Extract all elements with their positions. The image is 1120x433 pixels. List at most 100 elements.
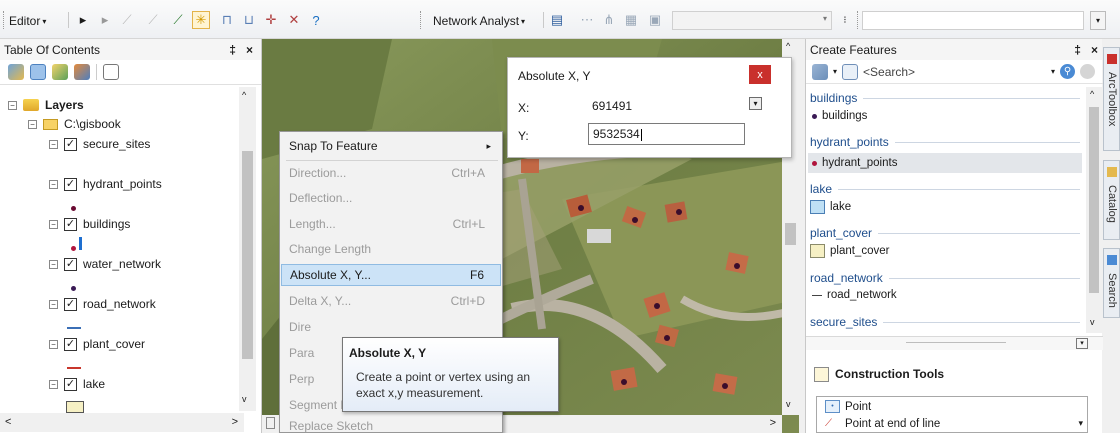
collapse-pane-icon[interactable]: ▾ [1076, 338, 1088, 349]
help-icon[interactable]: ? [307, 11, 325, 29]
building-point[interactable] [578, 205, 584, 211]
scroll-thumb[interactable] [1089, 107, 1099, 293]
close-button[interactable]: x [749, 65, 771, 84]
x-coordinate-input[interactable]: 691491 [588, 96, 744, 118]
catalog-tab[interactable]: Catalog [1103, 160, 1120, 240]
new-route-icon[interactable]: ⋯ [578, 11, 596, 29]
template-lake[interactable]: lake [810, 200, 851, 214]
clear-search-icon[interactable] [1080, 64, 1095, 79]
sketch-tool-icon[interactable]: ⟋ [169, 11, 187, 29]
layer-visibility-checkbox[interactable]: ✓ [64, 137, 77, 151]
menu-item-delta-xy[interactable]: Delta X, Y... Ctrl+D [281, 290, 501, 312]
layer-visibility-checkbox[interactable]: ✓ [64, 377, 77, 391]
layer-buildings[interactable]: − ✓ buildings [49, 215, 130, 233]
chevron-left-icon[interactable]: < [5, 416, 11, 428]
menu-item-direction-distance[interactable]: Dire [281, 316, 501, 338]
building-point[interactable] [621, 379, 627, 385]
chevron-down-icon[interactable]: ▾ [1090, 11, 1106, 30]
snapping-icon[interactable]: ✳ [192, 11, 210, 29]
collapse-icon[interactable]: − [28, 119, 37, 129]
menu-item-length[interactable]: Length... Ctrl+L [281, 213, 501, 235]
building-point[interactable] [632, 217, 638, 223]
chevron-down-icon[interactable]: ▾ [1051, 67, 1055, 76]
filter-icon[interactable] [842, 63, 859, 80]
scroll-thumb[interactable] [242, 151, 253, 359]
straight-segment-icon[interactable]: ⟋ [118, 11, 136, 29]
rotate-tool-icon[interactable]: ✕ [285, 11, 303, 29]
building-point[interactable] [664, 335, 670, 341]
template-search-placeholder[interactable]: <Search> [863, 65, 915, 79]
menu-item-snap-to-feature[interactable]: Snap To Feature ▸ [281, 135, 501, 157]
chevron-down-icon[interactable]: v [242, 394, 247, 404]
layer-visibility-checkbox[interactable]: ✓ [64, 217, 77, 231]
search-icon[interactable]: ⚲ [1060, 64, 1075, 79]
chevron-up-icon[interactable]: ^ [242, 90, 246, 100]
split-tool-icon[interactable]: ✛ [262, 11, 280, 29]
layer-visibility-checkbox[interactable]: ✓ [64, 257, 77, 271]
pin-icon[interactable]: ‡ [229, 43, 236, 57]
close-icon[interactable]: × [246, 43, 253, 57]
toolbar-grip[interactable] [3, 11, 6, 29]
layer-road-network[interactable]: − ✓ road_network [49, 295, 156, 313]
collapse-icon[interactable]: − [8, 100, 17, 110]
directions-icon[interactable]: ▣ [646, 11, 664, 29]
collapse-icon[interactable]: − [49, 299, 58, 309]
collapse-icon[interactable]: − [49, 139, 58, 149]
layer-lake[interactable]: − ✓ lake [49, 375, 105, 393]
units-dropdown[interactable]: ▾ [749, 97, 762, 110]
layer-plant-cover[interactable]: − ✓ plant_cover [49, 335, 145, 353]
solve-icon[interactable]: ▦ [622, 11, 640, 29]
building-point[interactable] [654, 303, 660, 309]
templates-scrollbar[interactable]: ^ v [1086, 87, 1102, 333]
layers-root[interactable]: − Layers [8, 96, 84, 114]
chevron-right-icon[interactable]: > [770, 417, 776, 429]
chevron-up-icon[interactable]: ^ [1090, 89, 1094, 99]
search-tab[interactable]: Search [1103, 248, 1120, 318]
list-by-visibility-icon[interactable] [52, 64, 68, 80]
pin-icon[interactable]: ‡ [1074, 43, 1081, 57]
layer-hydrant-points[interactable]: − ✓ hydrant_points [49, 175, 162, 193]
toc-horizontal-scrollbar[interactable]: < > [0, 413, 244, 432]
arc-segment-icon[interactable]: ⟋ [144, 11, 162, 29]
list-by-source-icon[interactable] [30, 64, 46, 80]
toolbar-grip-3[interactable] [857, 11, 860, 29]
layer-secure-sites[interactable]: − ✓ secure_sites [49, 135, 150, 153]
chevron-down-icon[interactable]: ▾ [1078, 418, 1083, 429]
template-plant-cover[interactable]: plant_cover [810, 244, 889, 258]
collapse-icon[interactable]: − [49, 339, 58, 349]
network-analyst-menu[interactable]: Network Analyst ▾ [433, 12, 525, 30]
tool-point-at-end-of-line[interactable]: ⟋ Point at end of line [825, 418, 940, 432]
chevron-down-icon[interactable]: v [786, 399, 791, 409]
collapse-icon[interactable]: − [49, 179, 58, 189]
scroll-thumb[interactable] [785, 223, 796, 245]
template-buildings[interactable]: buildings [810, 110, 867, 122]
chevron-down-icon[interactable]: v [1090, 317, 1095, 327]
toolbar-search-field[interactable] [862, 11, 1084, 30]
template-road-network[interactable]: road_network [810, 289, 897, 301]
network-analyst-window-icon[interactable]: ▤ [548, 11, 566, 29]
building-point[interactable] [722, 383, 728, 389]
create-network-location-icon[interactable]: ⋔ [600, 11, 618, 29]
menu-item-absolute-xy[interactable]: Absolute X, Y... F6 [281, 264, 501, 286]
cut-polygons-icon[interactable]: ⊔ [240, 11, 258, 29]
panel-splitter[interactable]: ▾ [806, 336, 1103, 350]
chevron-down-icon[interactable]: ▾ [833, 67, 837, 76]
layer-visibility-checkbox[interactable]: ✓ [64, 297, 77, 311]
collapse-icon[interactable]: − [49, 219, 58, 229]
arctoolbox-tab[interactable]: ArcToolbox [1103, 47, 1120, 151]
menu-item-replace-sketch[interactable]: Replace Sketch [281, 419, 501, 433]
more-tools-icon[interactable]: ⁝ [836, 11, 854, 29]
template-hydrant-points[interactable]: hydrant_points [808, 153, 1082, 173]
menu-item-deflection[interactable]: Deflection... [281, 187, 501, 209]
list-by-selection-icon[interactable] [74, 64, 90, 80]
menu-item-change-length[interactable]: Change Length [281, 238, 501, 260]
collapse-icon[interactable]: − [49, 259, 58, 269]
organize-templates-icon[interactable] [812, 63, 828, 80]
toolbar-grip-2[interactable] [420, 11, 423, 29]
building-point[interactable] [734, 263, 740, 269]
options-icon[interactable] [103, 64, 119, 80]
building-point[interactable] [676, 209, 682, 215]
network-dataset-combo[interactable]: ▾ [672, 11, 832, 30]
edit-tool-icon[interactable]: ▸ [74, 11, 92, 29]
layer-visibility-checkbox[interactable]: ✓ [64, 337, 77, 351]
